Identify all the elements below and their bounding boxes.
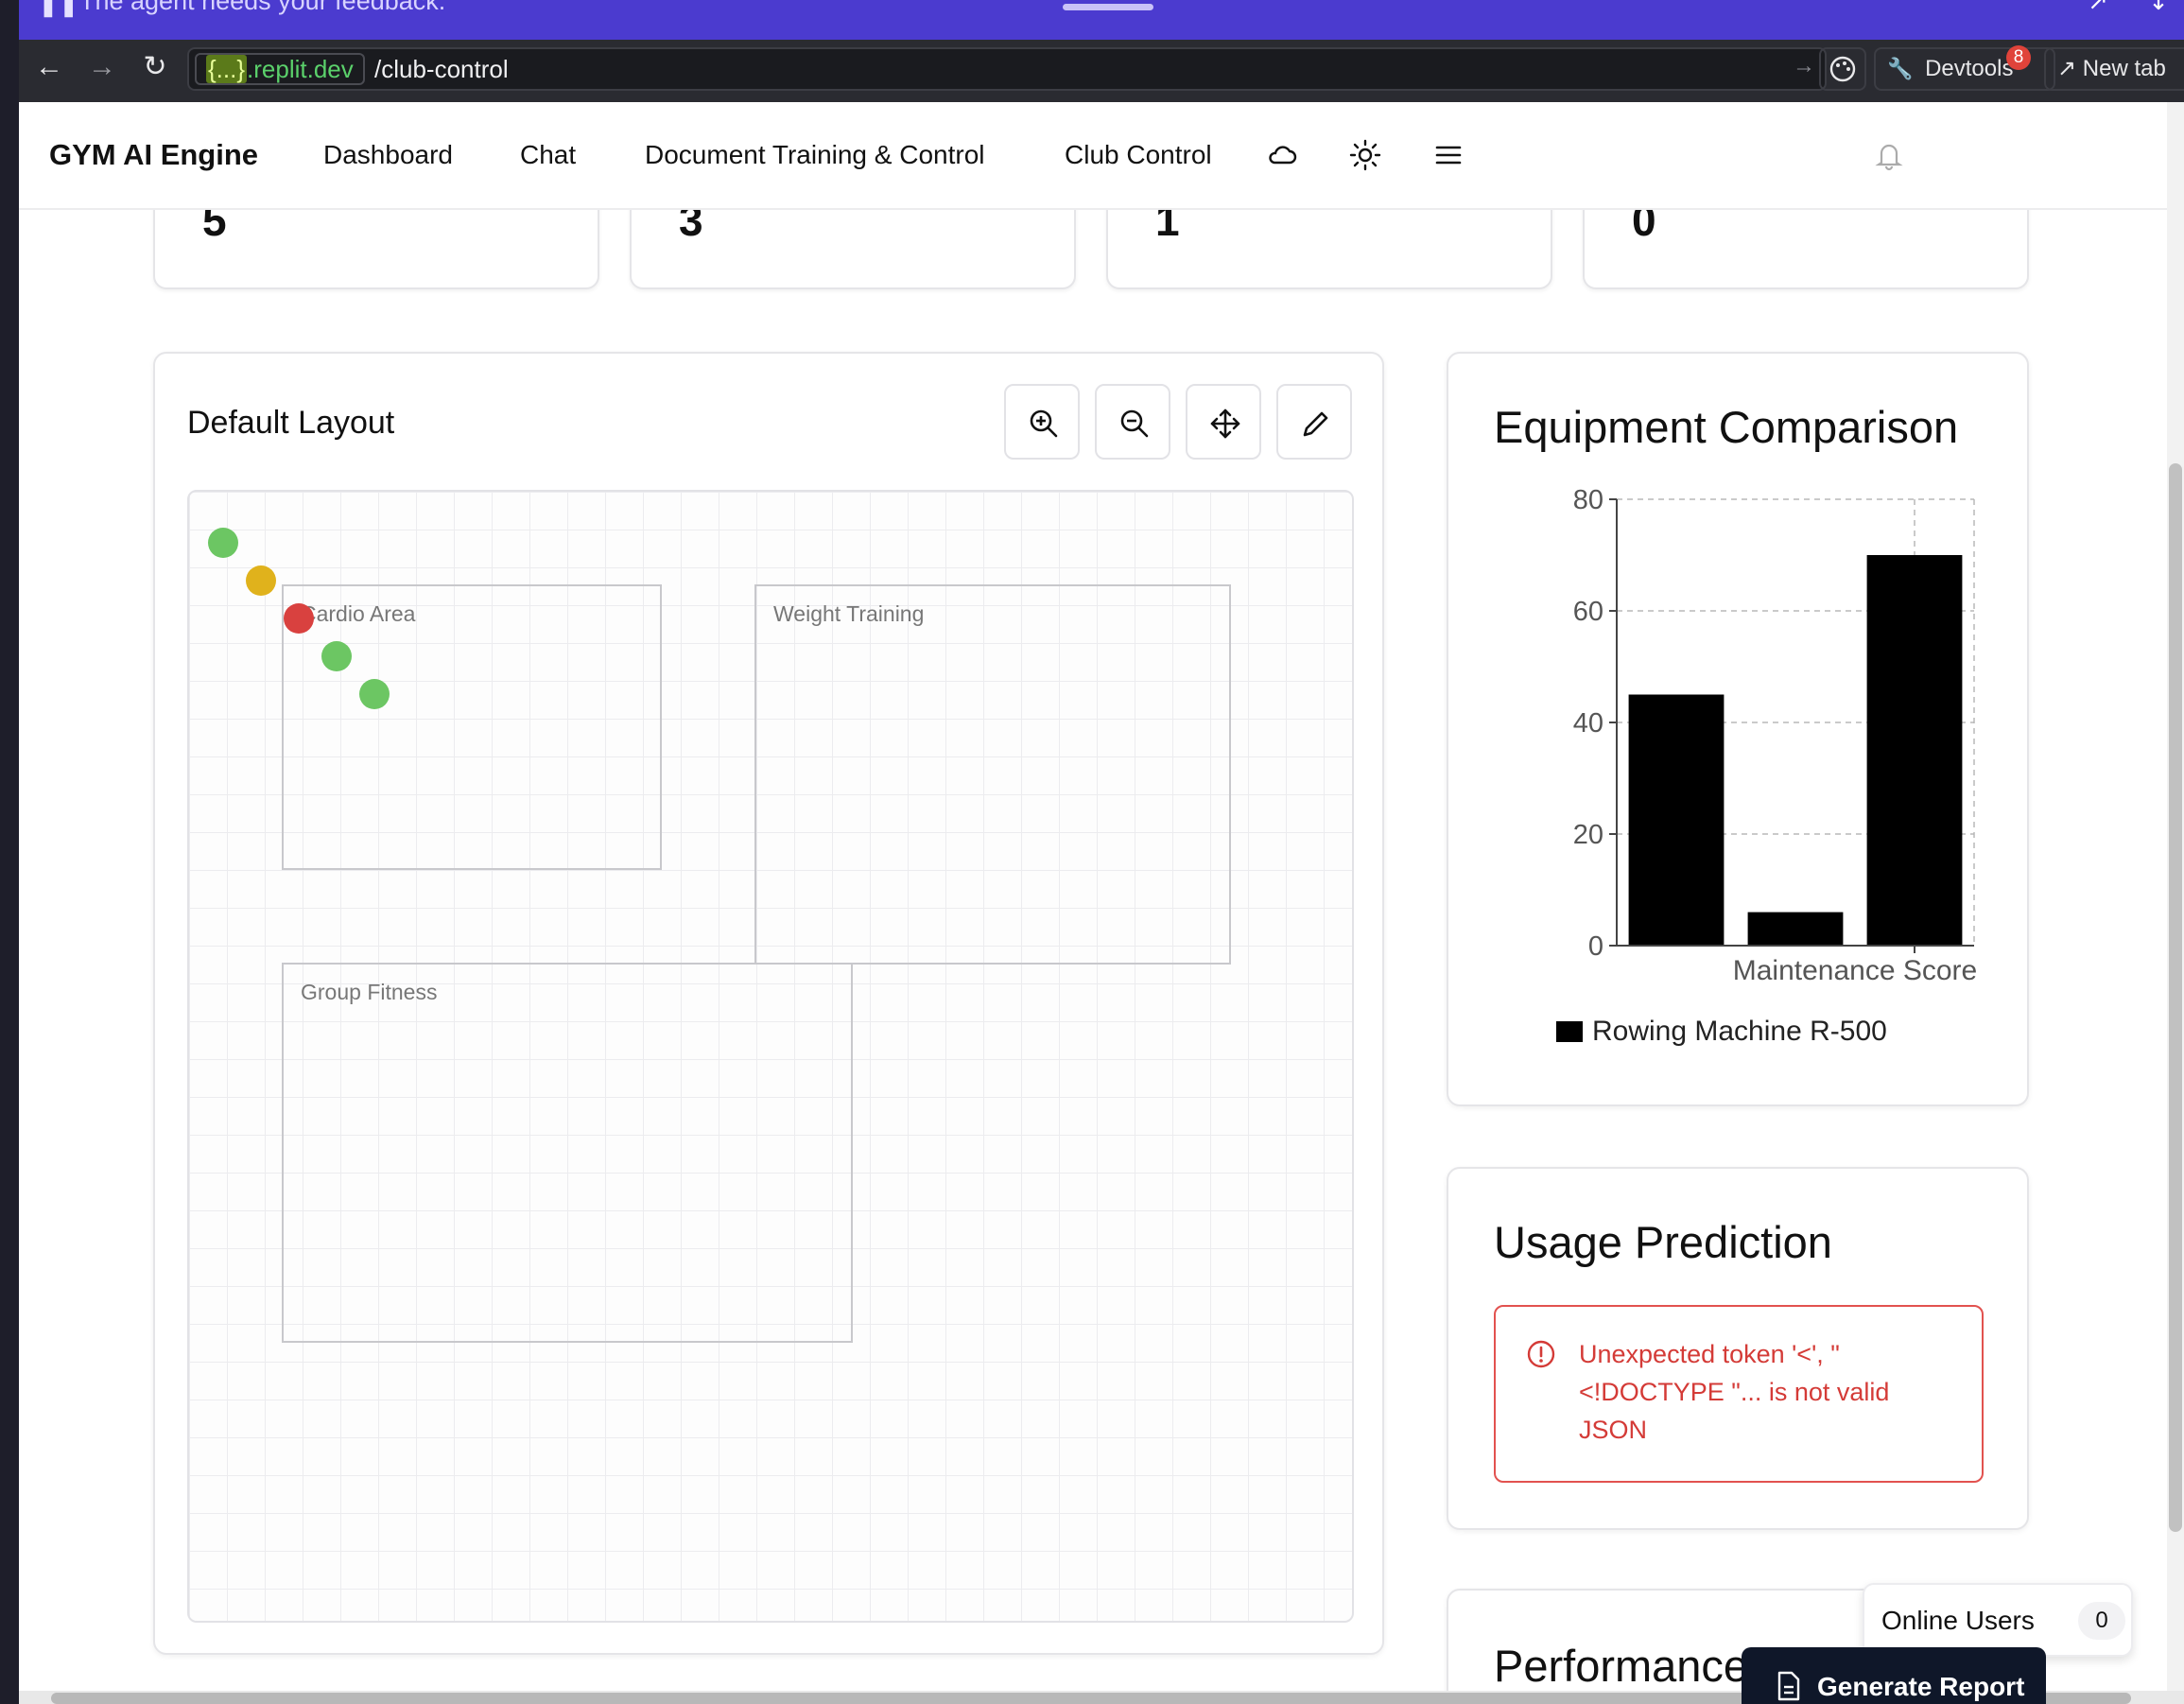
equipment-marker-green[interactable] [321, 641, 352, 671]
edit-button[interactable] [1276, 384, 1352, 460]
alert-circle-icon [1527, 1340, 1555, 1368]
y-tick-label: 60 [1573, 597, 1603, 627]
pin-icon[interactable]: ↧ [2144, 0, 2173, 21]
equipment-marker-green[interactable] [208, 528, 238, 558]
forward-arrow-icon[interactable]: → [83, 49, 121, 87]
legend-label: Rowing Machine R-500 [1592, 1016, 1887, 1047]
zone-label: Cardio Area [301, 601, 416, 626]
zone-cardio-area[interactable]: Cardio Area [282, 584, 662, 870]
url-host: {...}.replit.dev [195, 53, 365, 85]
url-path: /club-control [374, 55, 509, 83]
devtools-badge: 8 [2006, 45, 2031, 70]
window-edge [0, 0, 19, 1704]
app-navbar: GYM AI Engine Dashboard Chat Document Tr… [19, 102, 2167, 210]
zoom-in-button[interactable] [1004, 384, 1080, 460]
bell-icon[interactable] [1872, 138, 1906, 172]
zoom-out-icon [1120, 409, 1149, 438]
nav-dashboard[interactable]: Dashboard [323, 140, 453, 170]
banner-message: The agent needs your feedback. [79, 0, 446, 15]
move-icon [1210, 409, 1240, 439]
zone-group-fitness[interactable]: Group Fitness [282, 963, 853, 1343]
agent-feedback-banner[interactable]: ❚❚ The agent needs your feedback. ↗ ↧ [19, 0, 2184, 40]
generate-report-label: Generate Report [1817, 1672, 2025, 1701]
expand-icon[interactable]: ↗ [2084, 0, 2112, 21]
y-tick-label: 20 [1573, 820, 1603, 850]
devtools-label: Devtools [1925, 56, 2014, 81]
pencil-icon [1303, 411, 1328, 437]
drag-handle[interactable] [1063, 4, 1153, 10]
bar-1 [1747, 912, 1844, 946]
equipment-chart: 0 20 40 60 80 Maintenance Score Rowing Machine… [1556, 485, 1978, 1047]
browser-toolbar: ← → ↻ {...}.replit.dev /club-control → 🔧… [19, 40, 2184, 102]
y-tick-label: 80 [1573, 485, 1603, 515]
back-arrow-icon[interactable]: ← [30, 49, 68, 87]
zoom-in-icon [1030, 409, 1058, 438]
external-link-icon: ↗ [2057, 56, 2077, 81]
zone-label: Group Fitness [301, 980, 438, 1004]
equipment-comparison-card: Equipment Comparison 0 20 40 60 80 Maintenanc… [1447, 352, 2029, 1106]
nav-document-training[interactable]: Document Training & Control [645, 140, 985, 170]
zone-weight-training[interactable]: Weight Training [754, 584, 1231, 965]
new-tab-label: New tab [2082, 56, 2166, 81]
reload-icon[interactable]: ↻ [136, 49, 174, 87]
equipment-marker-red[interactable] [284, 603, 314, 634]
online-users-count: 0 [2078, 1602, 2125, 1640]
equipment-marker-yellow[interactable] [246, 565, 276, 596]
cloud-icon[interactable] [1265, 138, 1299, 172]
new-tab-button[interactable]: ↗ New tab [2044, 47, 2184, 91]
zone-label: Weight Training [773, 601, 925, 626]
wrench-icon: 🔧 [1887, 57, 1914, 80]
usage-prediction-card: Usage Prediction Unexpected token '<', "… [1447, 1167, 2029, 1530]
floor-plan-grid[interactable]: Cardio Area Weight Training Group Fitnes… [187, 490, 1354, 1623]
error-alert: Unexpected token '<', "<!DOCTYPE "... is… [1494, 1305, 1984, 1483]
x-axis-label: Maintenance Score [1733, 955, 1978, 986]
y-tick-label: 40 [1573, 708, 1603, 739]
online-users-widget[interactable]: Online Users 0 [1863, 1583, 2133, 1657]
sun-icon[interactable] [1348, 138, 1382, 172]
file-icon [1777, 1671, 1800, 1701]
card-title: Performance [1494, 1641, 1749, 1691]
brand-logo[interactable]: GYM AI Engine [49, 138, 258, 172]
equipment-marker-green[interactable] [359, 679, 390, 709]
zoom-out-button[interactable] [1095, 384, 1170, 460]
palette-button[interactable] [1819, 47, 1866, 91]
card-title: Usage Prediction [1494, 1217, 1832, 1267]
y-tick-label: 0 [1588, 931, 1603, 962]
menu-icon[interactable] [1431, 138, 1465, 172]
nav-chat[interactable]: Chat [520, 140, 576, 170]
go-arrow-icon[interactable]: → [1793, 53, 1815, 79]
error-message: Unexpected token '<', "<!DOCTYPE "... is… [1579, 1340, 1890, 1444]
bar-0 [1628, 694, 1725, 946]
address-bar[interactable]: {...}.replit.dev /club-control → [187, 47, 1827, 91]
palette-icon [1829, 56, 1856, 82]
online-users-label: Online Users [1881, 1606, 2035, 1635]
layout-title: Default Layout [187, 405, 395, 441]
legend-swatch [1556, 1021, 1583, 1042]
pause-icon[interactable]: ❚❚ [38, 0, 79, 15]
vertical-scroll-thumb[interactable] [2169, 463, 2182, 1532]
pan-button[interactable] [1186, 384, 1261, 460]
nav-club-control[interactable]: Club Control [1065, 140, 1212, 170]
generate-report-button[interactable]: Generate Report [1742, 1647, 2046, 1704]
bar-2 [1866, 555, 1963, 946]
layout-card: Default Layout Cardio Area Weight Traini… [153, 352, 1384, 1655]
